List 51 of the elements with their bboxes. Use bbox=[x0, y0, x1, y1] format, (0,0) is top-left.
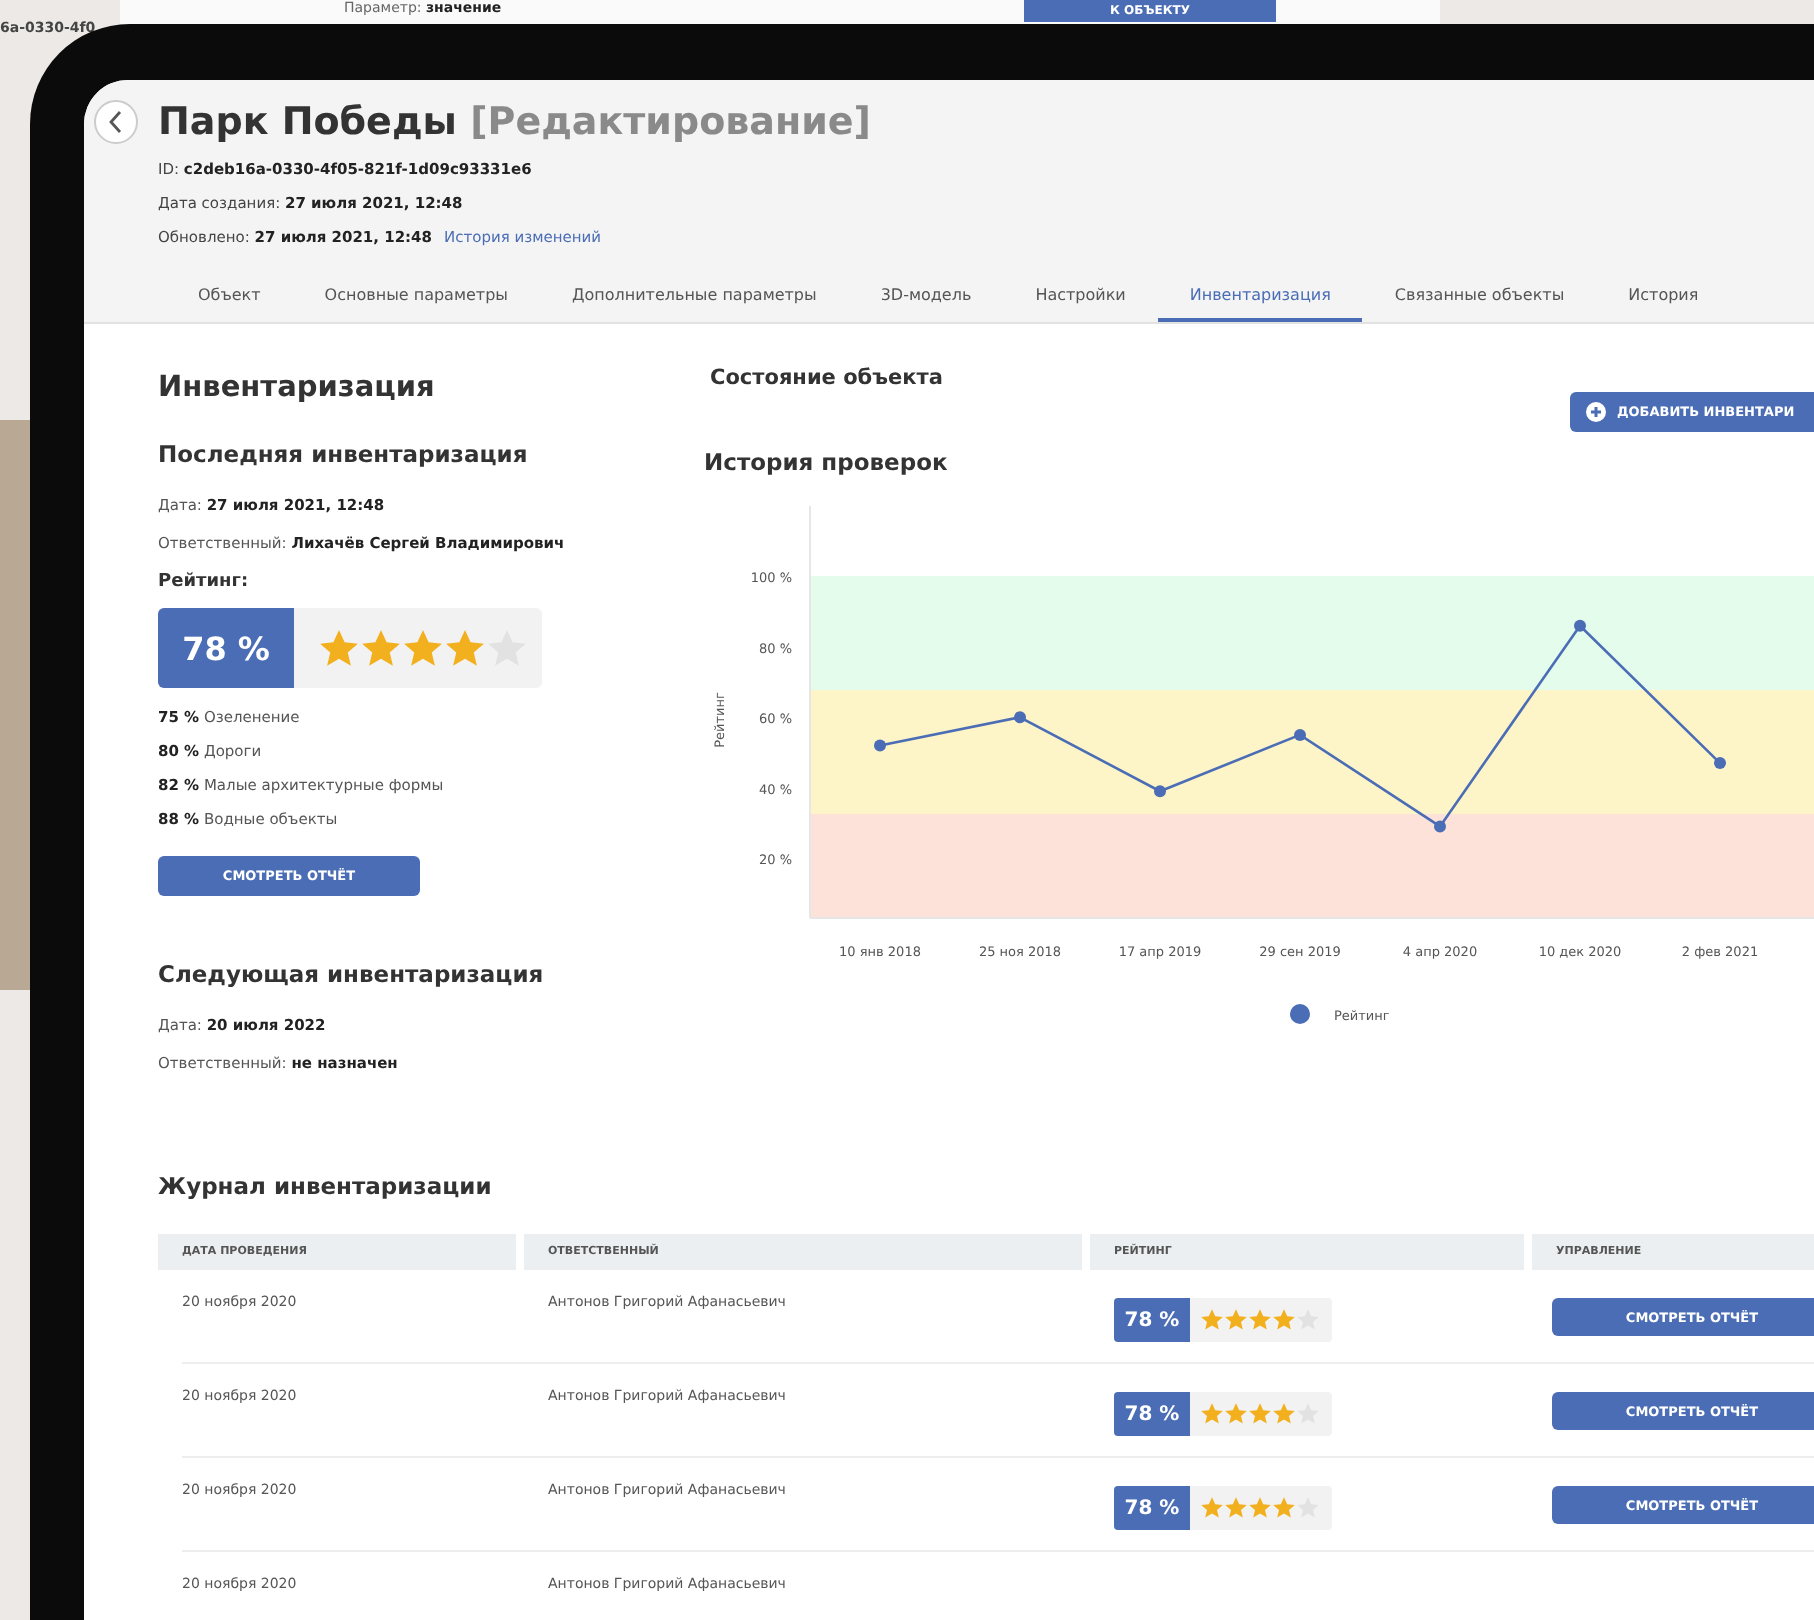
rating-percent: 78 % bbox=[1114, 1298, 1190, 1342]
rating-percent: 78 % bbox=[1114, 1486, 1190, 1530]
rating-label: Рейтинг: bbox=[158, 572, 251, 592]
data-point bbox=[1154, 785, 1166, 798]
star-icon bbox=[1296, 1496, 1320, 1520]
star-icon bbox=[1272, 1402, 1296, 1426]
star-icon bbox=[1248, 1496, 1272, 1520]
tab[interactable]: Связанные объекты bbox=[1362, 272, 1597, 322]
back-button[interactable] bbox=[94, 100, 138, 144]
tab[interactable]: 3D-модель bbox=[848, 272, 1004, 322]
section-subtitle: Следующая инвентаризация bbox=[158, 960, 546, 988]
star-icon bbox=[1200, 1402, 1224, 1426]
star-icon bbox=[1272, 1496, 1296, 1520]
tab[interactable]: Дополнительные параметры bbox=[539, 272, 849, 322]
star-icon bbox=[1272, 1308, 1296, 1332]
data-point bbox=[1714, 757, 1726, 770]
star-icon bbox=[318, 627, 360, 669]
legend-dot bbox=[1290, 1004, 1310, 1024]
star-icon bbox=[1296, 1402, 1320, 1426]
data-point bbox=[1014, 711, 1026, 724]
data-point bbox=[874, 739, 886, 752]
section-subtitle: Последняя инвентаризация bbox=[158, 440, 530, 468]
page-title: Парк Победы [Редактирование] bbox=[158, 100, 871, 144]
tab[interactable]: Инвентаризация bbox=[1157, 272, 1363, 322]
tab[interactable]: Основные параметры bbox=[292, 272, 540, 322]
star-icon bbox=[444, 627, 486, 669]
section-subtitle: Журнал инвентаризации bbox=[158, 1172, 494, 1200]
state-title: Состояние объекта bbox=[710, 366, 943, 390]
star-icon bbox=[402, 627, 444, 669]
plus-circle-icon bbox=[1586, 402, 1607, 422]
tab[interactable]: История bbox=[1596, 272, 1731, 322]
data-point bbox=[1434, 820, 1446, 833]
tab[interactable]: Настройки bbox=[1003, 272, 1158, 322]
star-icon bbox=[1248, 1402, 1272, 1426]
tab[interactable]: Объект bbox=[166, 272, 293, 322]
star-icon bbox=[486, 627, 528, 669]
star-icon bbox=[1200, 1308, 1224, 1332]
star-icon bbox=[1248, 1308, 1272, 1332]
chart-title: История проверок bbox=[704, 448, 950, 476]
rating-percent: 78 % bbox=[158, 608, 294, 688]
data-point bbox=[1574, 619, 1586, 632]
star-icon bbox=[360, 627, 402, 669]
star-icon bbox=[1200, 1496, 1224, 1520]
data-point bbox=[1294, 728, 1306, 741]
star-icon bbox=[1224, 1402, 1248, 1426]
star-icon bbox=[1224, 1308, 1248, 1332]
section-title: Инвентаризация bbox=[158, 372, 437, 404]
star-icon bbox=[1224, 1496, 1248, 1520]
rating-percent: 78 % bbox=[1114, 1392, 1190, 1436]
star-icon bbox=[1296, 1308, 1320, 1332]
chevron-left-icon bbox=[108, 110, 124, 134]
